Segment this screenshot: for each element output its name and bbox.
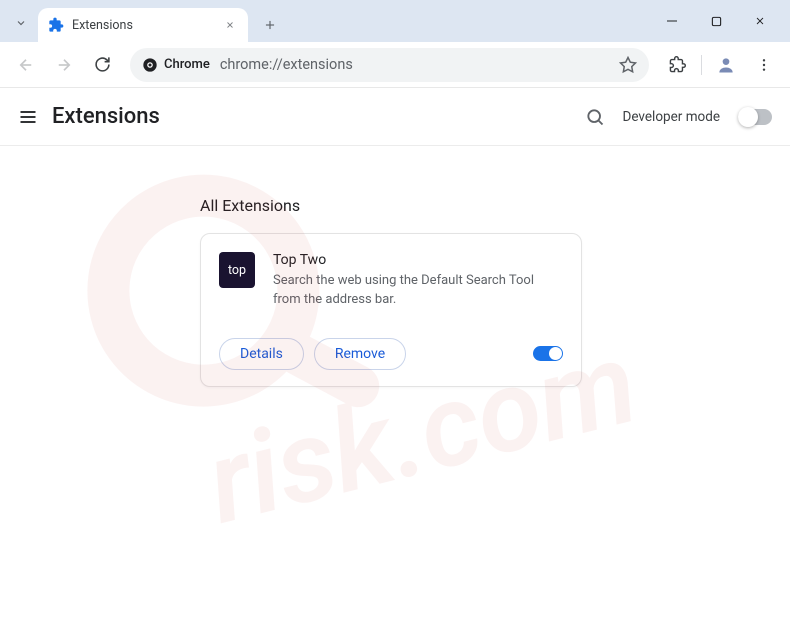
back-button[interactable] <box>10 49 42 81</box>
kebab-icon <box>756 57 772 73</box>
avatar-icon <box>716 55 736 75</box>
minimize-icon <box>666 15 678 27</box>
remove-button[interactable]: Remove <box>314 338 406 370</box>
close-icon <box>225 20 235 30</box>
tab-search-button[interactable] <box>4 6 38 40</box>
extension-enable-toggle[interactable] <box>533 346 563 361</box>
page-title: Extensions <box>52 104 160 129</box>
arrow-right-icon <box>55 56 73 74</box>
url-text: chrome://extensions <box>220 56 609 73</box>
reload-icon <box>94 56 111 73</box>
search-button[interactable] <box>585 107 605 127</box>
window-controls <box>650 0 782 42</box>
browser-toolbar: Chrome chrome://extensions <box>0 42 790 88</box>
plus-icon <box>263 18 277 32</box>
menu-button[interactable] <box>18 107 38 127</box>
tab-close-button[interactable] <box>222 17 238 33</box>
extensions-header: Extensions Developer mode <box>0 88 790 146</box>
chevron-down-icon <box>15 17 27 29</box>
forward-button[interactable] <box>48 49 80 81</box>
extension-card: top Top Two Search the web using the Def… <box>200 233 582 387</box>
extension-name: Top Two <box>273 252 563 268</box>
divider <box>701 55 702 75</box>
arrow-left-icon <box>17 56 35 74</box>
extension-description: Search the web using the Default Search … <box>273 272 563 310</box>
maximize-button[interactable] <box>694 6 738 36</box>
extensions-menu-button[interactable] <box>661 49 693 81</box>
reload-button[interactable] <box>86 49 118 81</box>
chrome-logo-icon <box>142 57 158 73</box>
chrome-menu-button[interactable] <box>748 49 780 81</box>
search-icon <box>585 107 605 127</box>
details-button[interactable]: Details <box>219 338 304 370</box>
site-chip-label: Chrome <box>164 57 210 72</box>
new-tab-button[interactable] <box>256 11 284 39</box>
browser-titlebar: Extensions <box>0 0 790 42</box>
star-icon <box>619 56 637 74</box>
close-window-button[interactable] <box>738 6 782 36</box>
developer-mode-toggle[interactable] <box>738 109 772 125</box>
section-title: All Extensions <box>200 196 790 215</box>
extension-icon: top <box>219 252 255 288</box>
bookmark-button[interactable] <box>619 56 637 74</box>
maximize-icon <box>711 16 722 27</box>
site-chip[interactable]: Chrome <box>142 57 210 73</box>
developer-mode-label: Developer mode <box>623 109 721 125</box>
extensions-content: All Extensions top Top Two Search the we… <box>0 146 790 387</box>
address-bar[interactable]: Chrome chrome://extensions <box>130 48 649 82</box>
hamburger-icon <box>18 107 38 127</box>
close-icon <box>754 15 766 27</box>
browser-tab[interactable]: Extensions <box>38 8 248 42</box>
puzzle-icon <box>669 56 686 73</box>
extension-puzzle-icon <box>48 17 64 33</box>
minimize-button[interactable] <box>650 6 694 36</box>
tab-title: Extensions <box>72 18 214 33</box>
profile-button[interactable] <box>710 49 742 81</box>
